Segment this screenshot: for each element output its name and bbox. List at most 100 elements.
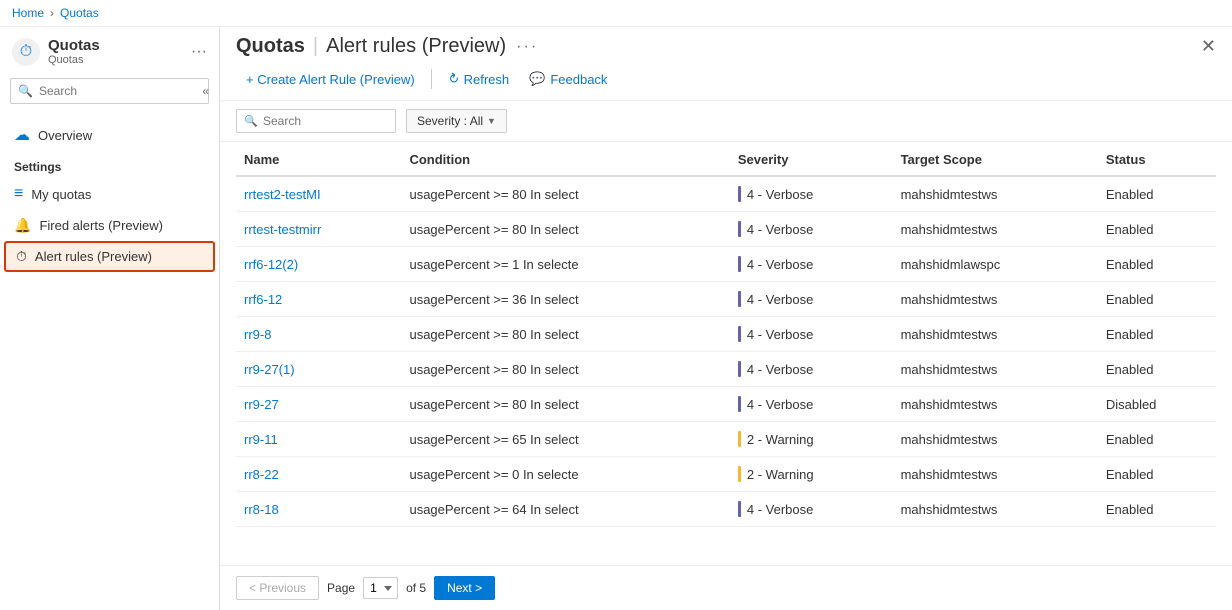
cell-status: Enabled (1098, 317, 1216, 352)
table-row: rrf6-12 usagePercent >= 36 In select 4 -… (236, 282, 1216, 317)
severity-filter-label: Severity : All (417, 114, 483, 128)
table-row: rr8-18 usagePercent >= 64 In select 4 - … (236, 492, 1216, 527)
filter-search-icon: 🔍 (244, 115, 258, 128)
filter-search-input[interactable] (236, 109, 396, 133)
alert-rules-icon: ⏱ (16, 248, 27, 265)
cell-severity: 4 - Verbose (730, 282, 893, 317)
cell-severity: 4 - Verbose (730, 212, 893, 247)
severity-bar-icon (738, 361, 741, 377)
cell-target-scope: mahshidmtestws (893, 352, 1098, 387)
cell-name: rr9-27 (236, 387, 401, 422)
cell-status: Enabled (1098, 282, 1216, 317)
cell-name: rr9-27(1) (236, 352, 401, 387)
cell-target-scope: mahshidmtestws (893, 492, 1098, 527)
col-header-name: Name (236, 142, 401, 176)
severity-bar-icon (738, 291, 741, 307)
severity-bar-icon (738, 326, 741, 342)
cell-name: rr9-8 (236, 317, 401, 352)
sidebar-search-icon: 🔍 (18, 84, 33, 98)
cell-severity: 4 - Verbose (730, 317, 893, 352)
next-button[interactable]: Next > (434, 576, 495, 600)
cell-status: Enabled (1098, 422, 1216, 457)
cell-condition: usagePercent >= 1 In selecte (401, 247, 729, 282)
col-header-condition: Condition (401, 142, 729, 176)
alert-rule-link[interactable]: rrf6-12 (244, 292, 282, 307)
severity-bar-icon (738, 501, 741, 517)
severity-text: 2 - Warning (747, 432, 814, 447)
severity-text: 4 - Verbose (747, 292, 814, 307)
alert-rule-link[interactable]: rr8-22 (244, 467, 279, 482)
sidebar-item-my-quotas[interactable]: ≡ My quotas (0, 178, 219, 210)
severity-text: 2 - Warning (747, 467, 814, 482)
filter-bar: 🔍 Severity : All ▼ (220, 101, 1232, 142)
cell-severity: 2 - Warning (730, 422, 893, 457)
sidebar-header: ⏱ Quotas Quotas ··· (0, 27, 219, 72)
page-title-main: Quotas (236, 35, 305, 58)
cell-target-scope: mahshidmtestws (893, 422, 1098, 457)
page-title-area: Quotas | Alert rules (Preview) ··· ✕ (220, 27, 1232, 58)
severity-text: 4 - Verbose (747, 362, 814, 377)
breadcrumb-quotas[interactable]: Quotas (60, 6, 99, 20)
cell-name: rrtest2-testMI (236, 176, 401, 212)
cell-condition: usagePercent >= 80 In select (401, 387, 729, 422)
create-alert-rule-button[interactable]: + Create Alert Rule (Preview) (236, 67, 425, 92)
cell-condition: usagePercent >= 65 In select (401, 422, 729, 457)
sidebar-main-title: Quotas (48, 37, 100, 54)
severity-text: 4 - Verbose (747, 257, 814, 272)
alert-rule-link[interactable]: rr9-27(1) (244, 362, 295, 377)
page-select-wrapper: 1 2 3 4 5 (363, 577, 398, 599)
cell-target-scope: mahshidmtestws (893, 176, 1098, 212)
alert-rule-link[interactable]: rr9-11 (244, 432, 278, 447)
table-row: rr9-27 usagePercent >= 80 In select 4 - … (236, 387, 1216, 422)
severity-text: 4 - Verbose (747, 502, 814, 517)
sidebar: ⏱ Quotas Quotas ··· 🔍 « ☁ Overview Setti… (0, 27, 220, 610)
cell-target-scope: mahshidmtestws (893, 387, 1098, 422)
sidebar-logo-icon: ⏱ (12, 38, 40, 66)
alert-rule-link[interactable]: rrtest2-testMI (244, 187, 321, 202)
cell-severity: 4 - Verbose (730, 247, 893, 282)
breadcrumb-home[interactable]: Home (12, 6, 44, 20)
prev-button[interactable]: < Previous (236, 576, 319, 600)
cell-target-scope: mahshidmtestws (893, 282, 1098, 317)
cell-condition: usagePercent >= 80 In select (401, 317, 729, 352)
table-row: rr9-27(1) usagePercent >= 80 In select 4… (236, 352, 1216, 387)
page-close-icon[interactable]: ✕ (1201, 36, 1216, 57)
feedback-button[interactable]: 💬 Feedback (519, 66, 617, 92)
col-header-target-scope: Target Scope (893, 142, 1098, 176)
breadcrumb: Home › Quotas (0, 0, 1232, 27)
severity-bar-icon (738, 431, 741, 447)
refresh-button[interactable]: ↻ Refresh (438, 66, 519, 92)
cell-target-scope: mahshidmtestws (893, 317, 1098, 352)
cell-condition: usagePercent >= 36 In select (401, 282, 729, 317)
cell-name: rrtest-testmirr (236, 212, 401, 247)
alert-rule-link[interactable]: rr9-8 (244, 327, 271, 342)
settings-heading: Settings (0, 152, 219, 178)
severity-filter[interactable]: Severity : All ▼ (406, 109, 507, 133)
alert-rule-link[interactable]: rr9-27 (244, 397, 279, 412)
refresh-icon: ↻ (444, 69, 461, 88)
toolbar: + Create Alert Rule (Preview) ↻ Refresh … (220, 58, 1232, 101)
filter-search-wrapper: 🔍 (236, 109, 396, 133)
page-more-icon[interactable]: ··· (516, 38, 538, 56)
page-of-label: of 5 (406, 581, 426, 595)
alert-rule-link[interactable]: rr8-18 (244, 502, 279, 517)
sidebar-item-fired-alerts[interactable]: 🔔 Fired alerts (Preview) (0, 210, 219, 241)
sidebar-search-input[interactable] (10, 78, 209, 104)
sidebar-alert-rules-label: Alert rules (Preview) (35, 249, 152, 264)
page-select[interactable]: 1 2 3 4 5 (363, 577, 398, 599)
severity-bar-icon (738, 186, 741, 202)
alert-rule-link[interactable]: rrtest-testmirr (244, 222, 321, 237)
table-row: rrtest2-testMI usagePercent >= 80 In sel… (236, 176, 1216, 212)
sidebar-item-alert-rules[interactable]: ⏱ Alert rules (Preview) (4, 241, 215, 272)
cell-condition: usagePercent >= 64 In select (401, 492, 729, 527)
sidebar-collapse-icon[interactable]: « (202, 84, 209, 98)
quotas-icon: ≡ (14, 185, 23, 203)
overview-icon: ☁ (14, 125, 30, 145)
severity-text: 4 - Verbose (747, 187, 814, 202)
cell-name: rrf6-12 (236, 282, 401, 317)
pagination: < Previous Page 1 2 3 4 5 of 5 Next > (220, 565, 1232, 610)
sidebar-item-overview[interactable]: ☁ Overview (0, 118, 219, 152)
sidebar-more-icon[interactable]: ··· (191, 43, 207, 61)
cell-condition: usagePercent >= 80 In select (401, 176, 729, 212)
alert-rule-link[interactable]: rrf6-12(2) (244, 257, 298, 272)
